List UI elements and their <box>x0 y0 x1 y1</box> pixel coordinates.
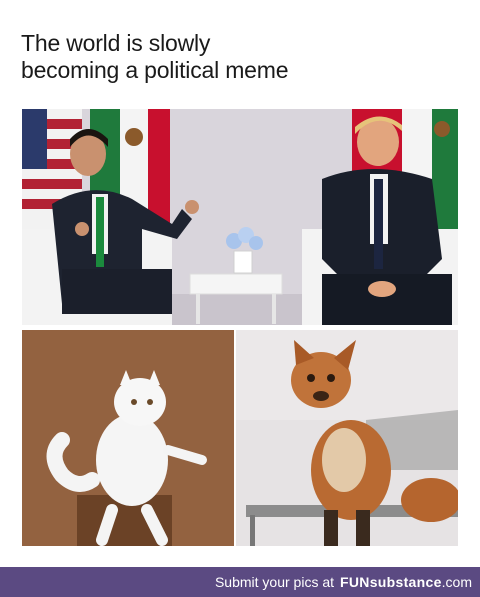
photo-leaders-meeting <box>22 109 458 325</box>
footer-suffix: .com <box>441 574 472 590</box>
photo-white-cat <box>22 330 234 546</box>
caption-line-1: The world is slowly <box>21 30 211 56</box>
footer-prefix: Submit your pics at <box>214 574 335 590</box>
footer-brand[interactable]: FUNsubstance <box>340 574 442 590</box>
photo-fox <box>236 330 458 546</box>
watermark-footer: Submit your pics at FUNsubstance .com <box>0 567 480 597</box>
meme-caption: The world is slowly becoming a political… <box>21 30 461 84</box>
caption-line-2: becoming a political meme <box>21 57 289 83</box>
